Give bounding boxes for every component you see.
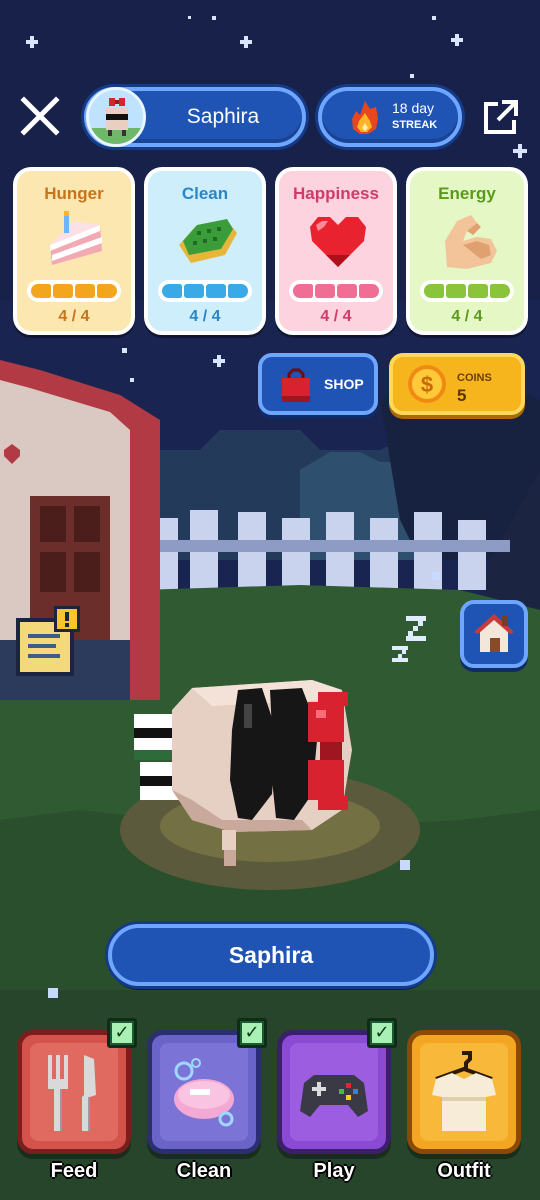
fork-knife-icon bbox=[36, 1049, 112, 1135]
outfit-label: Outfit bbox=[437, 1160, 491, 1182]
stat-progress-bar bbox=[289, 280, 383, 302]
shirt-hanger-icon bbox=[426, 1049, 502, 1135]
stat-value: 4 / 4 bbox=[320, 308, 352, 325]
stat-card-hunger: Hunger 4 / 4 bbox=[13, 167, 135, 335]
outfit-button[interactable] bbox=[407, 1030, 521, 1154]
stat-title: Happiness bbox=[293, 184, 379, 203]
profile-pill[interactable]: Saphira bbox=[84, 87, 306, 147]
soap-icon bbox=[166, 1049, 242, 1135]
pet-name-banner[interactable]: Saphira bbox=[108, 924, 434, 986]
sponge-icon bbox=[175, 211, 239, 271]
streak-badge[interactable]: 18 day STREAK bbox=[318, 87, 462, 147]
stat-progress-segment bbox=[97, 284, 117, 298]
home-button[interactable] bbox=[460, 600, 528, 668]
stat-progress-segment bbox=[468, 284, 488, 298]
cake-icon bbox=[44, 211, 108, 271]
completed-check-icon: ✓ bbox=[237, 1018, 267, 1048]
stat-title: Energy bbox=[438, 184, 496, 203]
stat-progress-segment bbox=[184, 284, 204, 298]
stat-progress-segment bbox=[206, 284, 226, 298]
share-button[interactable] bbox=[482, 98, 520, 136]
stat-progress-segment bbox=[31, 284, 51, 298]
pet-name: Saphira bbox=[228, 942, 314, 968]
completed-check-icon: ✓ bbox=[367, 1018, 397, 1048]
pet-avatar bbox=[86, 87, 146, 147]
stat-progress-bar bbox=[158, 280, 252, 302]
clean-label: Clean bbox=[176, 1160, 232, 1182]
note-alert-icon bbox=[16, 606, 80, 676]
house-icon bbox=[474, 614, 514, 652]
stat-value: 4 / 4 bbox=[451, 308, 483, 325]
stat-progress-segment bbox=[337, 284, 357, 298]
stat-progress-segment bbox=[446, 284, 466, 298]
stat-progress-segment bbox=[490, 284, 510, 298]
close-icon bbox=[20, 96, 60, 136]
muscle-icon bbox=[437, 211, 501, 271]
stat-progress-segment bbox=[53, 284, 73, 298]
stat-progress-segment bbox=[293, 284, 313, 298]
stat-value: 4 / 4 bbox=[189, 308, 221, 325]
streak-value: 18 day bbox=[392, 100, 435, 116]
completed-check-icon: ✓ bbox=[107, 1018, 137, 1048]
stat-value: 4 / 4 bbox=[58, 308, 90, 325]
stat-progress-bar bbox=[420, 280, 514, 302]
play-button[interactable] bbox=[277, 1030, 391, 1154]
stat-progress-segment bbox=[75, 284, 95, 298]
feed-label: Feed bbox=[50, 1160, 98, 1182]
stat-progress-segment bbox=[228, 284, 248, 298]
coin-icon: $ bbox=[408, 365, 446, 403]
profile-name: Saphira bbox=[186, 105, 260, 128]
stat-progress-bar bbox=[27, 280, 121, 302]
feed-button[interactable] bbox=[17, 1030, 131, 1154]
svg-text:$: $ bbox=[421, 372, 433, 397]
shopping-bag-icon bbox=[282, 368, 310, 402]
pet-character[interactable] bbox=[112, 670, 432, 900]
streak-label: STREAK bbox=[392, 119, 438, 131]
stat-progress-segment bbox=[359, 284, 379, 298]
close-button[interactable] bbox=[20, 96, 60, 136]
stat-progress-segment bbox=[424, 284, 444, 298]
stat-title: Clean bbox=[181, 184, 229, 203]
stat-card-energy: Energy 4 / 4 bbox=[406, 167, 528, 335]
stat-card-happiness: Happiness 4 / 4 bbox=[275, 167, 397, 335]
shop-label: SHOP bbox=[324, 376, 364, 392]
notes-button[interactable] bbox=[14, 606, 84, 678]
flame-icon bbox=[352, 101, 378, 134]
coins-value: 5 bbox=[457, 386, 467, 405]
shop-button[interactable]: SHOP bbox=[258, 353, 378, 415]
clean-button[interactable] bbox=[147, 1030, 261, 1154]
stat-title: Hunger bbox=[44, 184, 104, 203]
external-link-icon bbox=[484, 100, 518, 134]
stat-progress-segment bbox=[315, 284, 335, 298]
coins-label: COINS bbox=[457, 372, 492, 384]
stat-card-clean: Clean 4 / 4 bbox=[144, 167, 266, 335]
stat-progress-segment bbox=[162, 284, 182, 298]
heart-icon bbox=[306, 211, 370, 271]
coins-counter: $ COINS 5 bbox=[389, 353, 525, 415]
play-label: Play bbox=[313, 1160, 355, 1182]
gamepad-icon bbox=[296, 1049, 372, 1135]
